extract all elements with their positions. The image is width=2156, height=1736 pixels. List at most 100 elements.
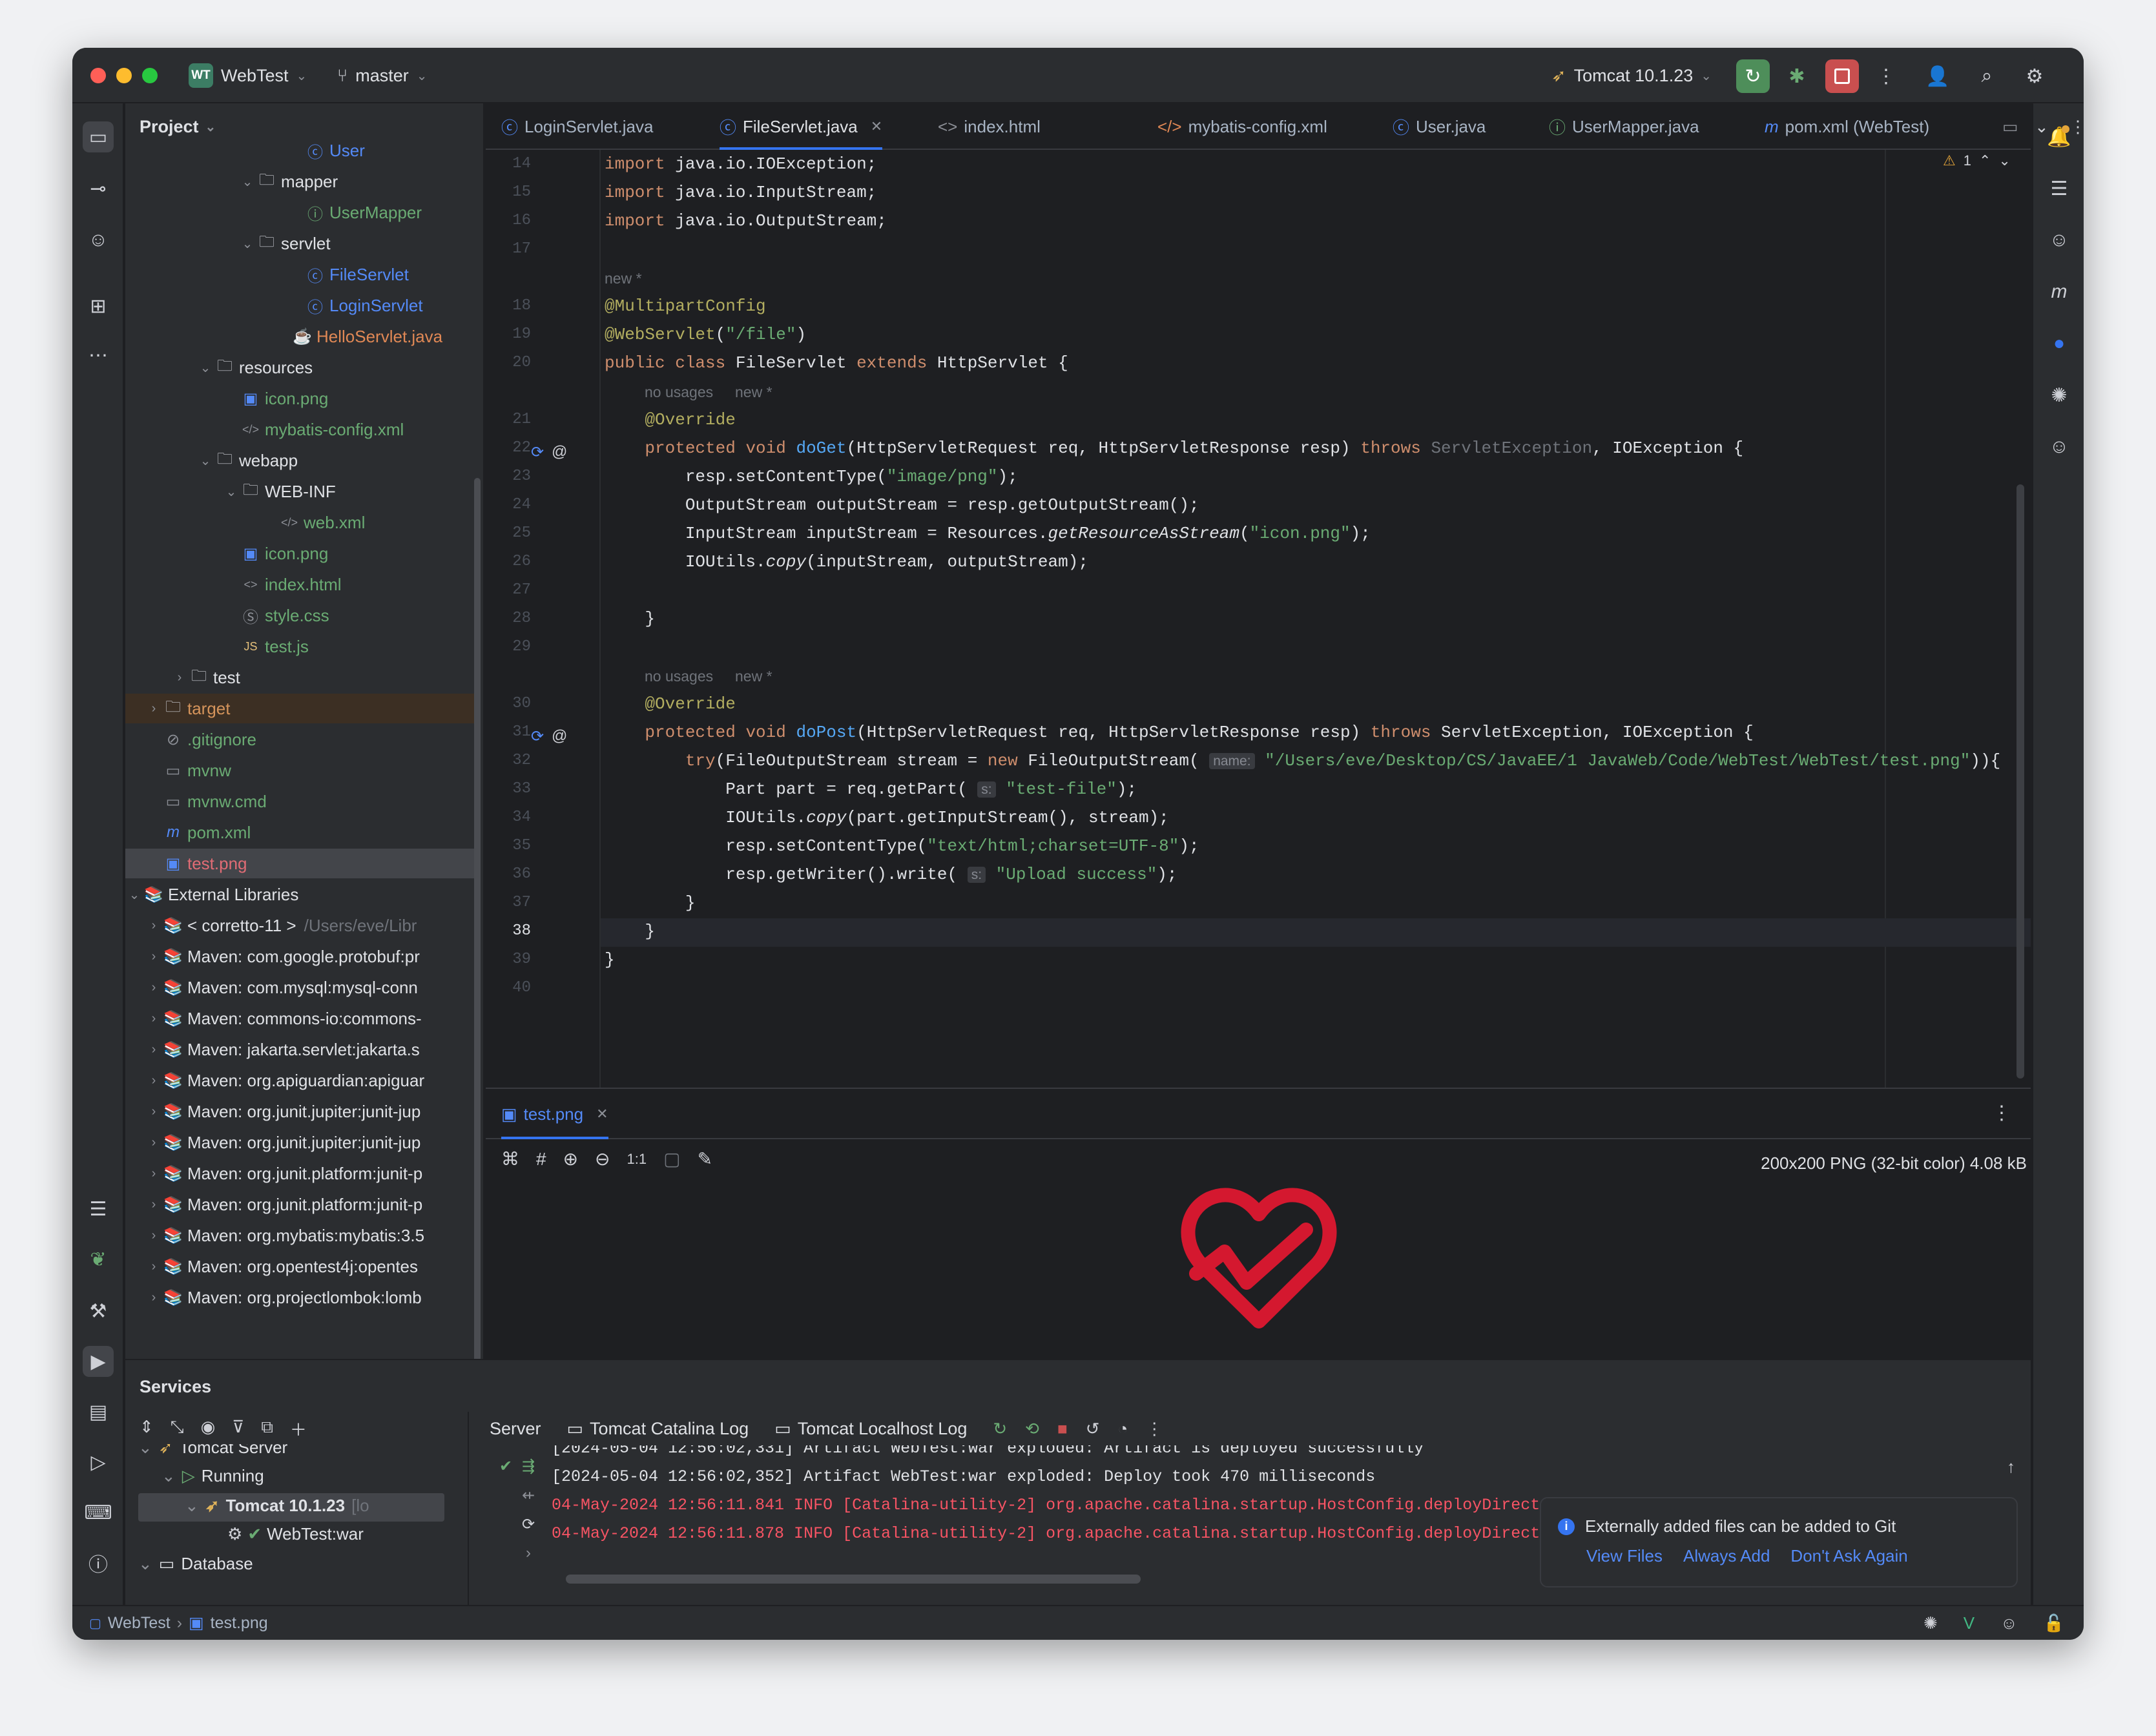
tree-item[interactable]: › 📚 Maven: org.junit.platform:junit-p [125, 1159, 474, 1188]
services-splitter[interactable] [468, 1412, 469, 1631]
expand-chevron-icon[interactable]: ⌄ [125, 887, 143, 903]
database-panel-button[interactable]: ☰ [2044, 173, 2075, 204]
expand-chevron-icon[interactable]: › [145, 1228, 163, 1243]
add-service-icon[interactable]: ＋ [290, 1417, 307, 1441]
tree-item[interactable]: › 📚 Maven: commons-io:commons- [125, 1004, 474, 1033]
code-vision-hint[interactable]: new * [605, 270, 642, 287]
tree-item[interactable]: ⊘ .gitignore [125, 725, 474, 754]
expand-chevron-icon[interactable]: › [145, 701, 163, 716]
tab-loginservlet[interactable]: ⓒ LoginServlet.java [501, 103, 653, 150]
open-browser-icon[interactable]: ◔ [1117, 1419, 1128, 1439]
code-content[interactable]: import java.io.IOException; import java.… [602, 150, 2031, 1137]
tree-item[interactable]: › 📚 Maven: org.junit.jupiter:junit-jup [125, 1097, 474, 1126]
more-vertical-icon[interactable]: ⋮ [1992, 1102, 2011, 1124]
stop-button[interactable] [1825, 59, 1859, 93]
expand-chevron-icon[interactable]: › [145, 1042, 163, 1057]
account-button[interactable]: 👤 [1921, 59, 1954, 93]
copilot-extra-button[interactable]: ☺ [2044, 431, 2075, 462]
editor-scrollbar[interactable] [2016, 484, 2024, 1079]
expand-chevron-icon[interactable]: › [145, 1104, 163, 1119]
stop-icon[interactable]: ■ [1057, 1419, 1068, 1439]
code-vision-hint[interactable]: new * [735, 384, 772, 401]
always-add-link[interactable]: Always Add [1683, 1546, 1770, 1566]
expand-chevron-icon[interactable]: › [145, 1011, 163, 1026]
tab-server[interactable]: Server [490, 1419, 541, 1439]
grid-icon[interactable]: # [536, 1149, 546, 1170]
override-gutter-icon[interactable]: ⟳ [531, 727, 544, 746]
tree-item[interactable]: ▣ test.png [125, 849, 474, 878]
openai-icon[interactable]: ✺ [1923, 1613, 1938, 1633]
expand-chevron-icon[interactable]: ⌄ [238, 174, 256, 190]
close-icon[interactable]: ✕ [596, 1106, 608, 1122]
run-config-selector[interactable]: ➶ Tomcat 10.1.23 ⌄ [1551, 48, 1712, 103]
expand-chevron-icon[interactable]: ⌄ [196, 453, 214, 469]
tree-item[interactable]: › 📚 Maven: org.junit.jupiter:junit-jup [125, 1128, 474, 1157]
new-tab-icon[interactable]: ⧉ [261, 1417, 273, 1441]
expand-chevron-icon[interactable]: › [145, 980, 163, 995]
project-switcher[interactable]: WT WebTest ⌄ [189, 48, 307, 103]
tree-item[interactable]: ▭ mvnw.cmd [125, 787, 474, 816]
tree-item[interactable]: › 📚 Maven: jakarta.servlet:jakarta.s [125, 1035, 474, 1064]
tree-item[interactable]: JS test.js [125, 632, 474, 661]
project-scrollbar[interactable] [474, 478, 481, 1369]
tab-list-button[interactable]: ⌄ [2035, 103, 2049, 150]
tree-item[interactable]: ⌄ 🗀 resources [125, 353, 474, 382]
tab-index-html[interactable]: <> index.html [938, 103, 1041, 150]
tree-item[interactable]: ▣ icon.png [125, 539, 474, 568]
database-tool-button[interactable]: ☰ [83, 1194, 114, 1224]
tree-item[interactable]: ▣ icon.png [125, 384, 474, 413]
structure-tool-button[interactable]: ⊞ [83, 291, 114, 322]
commit-tool-button[interactable]: ⊸ [83, 173, 114, 204]
scroll-to-top-icon[interactable]: ↑ [2007, 1457, 2015, 1477]
lock-icon[interactable]: 🔓 [2044, 1613, 2064, 1633]
tree-item[interactable]: ⌄ 🗀 servlet [125, 229, 474, 258]
close-icon[interactable]: ✕ [871, 118, 882, 135]
chevron-right-icon[interactable]: › [526, 1544, 531, 1562]
expand-chevron-icon[interactable]: › [145, 949, 163, 964]
tab-test-png[interactable]: ▣ test.png ✕ [501, 1089, 608, 1139]
actual-size-button[interactable]: 1:1 [627, 1151, 647, 1168]
color-picker-icon[interactable]: ✎ [698, 1148, 712, 1170]
refresh-icon[interactable]: ⟳ [522, 1515, 535, 1534]
tree-item[interactable]: ⓒ LoginServlet [125, 291, 474, 320]
expand-chevron-icon[interactable]: › [145, 1073, 163, 1088]
expand-chevron-icon[interactable]: › [145, 1290, 163, 1305]
more-tools-button[interactable]: ⋯ [83, 340, 114, 371]
tree-item[interactable]: › 📚 Maven: org.junit.platform:junit-p [125, 1190, 474, 1219]
expand-chevron-icon[interactable]: ⌄ [196, 360, 214, 376]
tree-item[interactable]: › 📚 Maven: org.apiguardian:apiguar [125, 1066, 474, 1095]
tab-fileservlet[interactable]: ⓒ FileServlet.java ✕ [720, 103, 883, 150]
tree-item[interactable]: ⌄ 📚 External Libraries [125, 880, 474, 909]
expand-chevron-icon[interactable]: ⌄ [238, 236, 256, 252]
tree-item[interactable]: <> index.html [125, 570, 474, 599]
tree-database[interactable]: ⌄ ▭ Database [138, 1554, 253, 1574]
tab-localhost-log[interactable]: ▭ Tomcat Localhost Log [774, 1419, 967, 1439]
tree-item[interactable]: ⓒ FileServlet [125, 260, 474, 289]
breadcrumb-file[interactable]: test.png [211, 1614, 268, 1633]
expand-chevron-icon[interactable]: › [145, 1197, 163, 1212]
vue-icon[interactable]: V [1964, 1613, 1975, 1633]
copilot-chat-button[interactable]: ☺ [2044, 225, 2075, 256]
redeploy-icon[interactable]: ⟲ [1025, 1419, 1039, 1439]
eye-icon[interactable]: ◉ [201, 1417, 216, 1441]
tab-pom[interactable]: m pom.xml (WebTest) [1765, 103, 1929, 150]
dont-ask-again-link[interactable]: Don't Ask Again [1790, 1546, 1907, 1566]
build-tool-button[interactable]: ⚒ [83, 1296, 114, 1327]
tree-tomcat-server[interactable]: ⌄ ➶ Tomcat Server [138, 1444, 287, 1458]
branch-switcher[interactable]: ⑂ master ⌄ [337, 48, 428, 103]
fit-screen-icon[interactable]: ⌘ [501, 1148, 519, 1170]
deploy-icon[interactable]: ⇶ [522, 1457, 535, 1476]
run-tool-button[interactable]: ▷ [83, 1447, 114, 1478]
copilot-tool-button[interactable]: ☺ [83, 225, 114, 256]
code-vision-hint[interactable]: no usages [645, 668, 713, 685]
tree-item[interactable]: ☕ HelloServlet.java [125, 322, 474, 351]
project-tool-button[interactable]: ▭ [83, 121, 114, 152]
expand-chevron-icon[interactable]: › [145, 1259, 163, 1274]
fit-zoom-icon[interactable]: ▢ [663, 1148, 680, 1170]
log-hscrollbar[interactable] [566, 1575, 1141, 1584]
update-app-icon[interactable]: ↻ [993, 1419, 1007, 1439]
expand-all-icon[interactable]: ⇕ [140, 1417, 154, 1441]
restart-icon[interactable]: ↺ [1086, 1419, 1100, 1439]
tab-overflow[interactable]: ▭ [2002, 103, 2018, 150]
openai-button[interactable]: ✺ [2044, 380, 2075, 411]
